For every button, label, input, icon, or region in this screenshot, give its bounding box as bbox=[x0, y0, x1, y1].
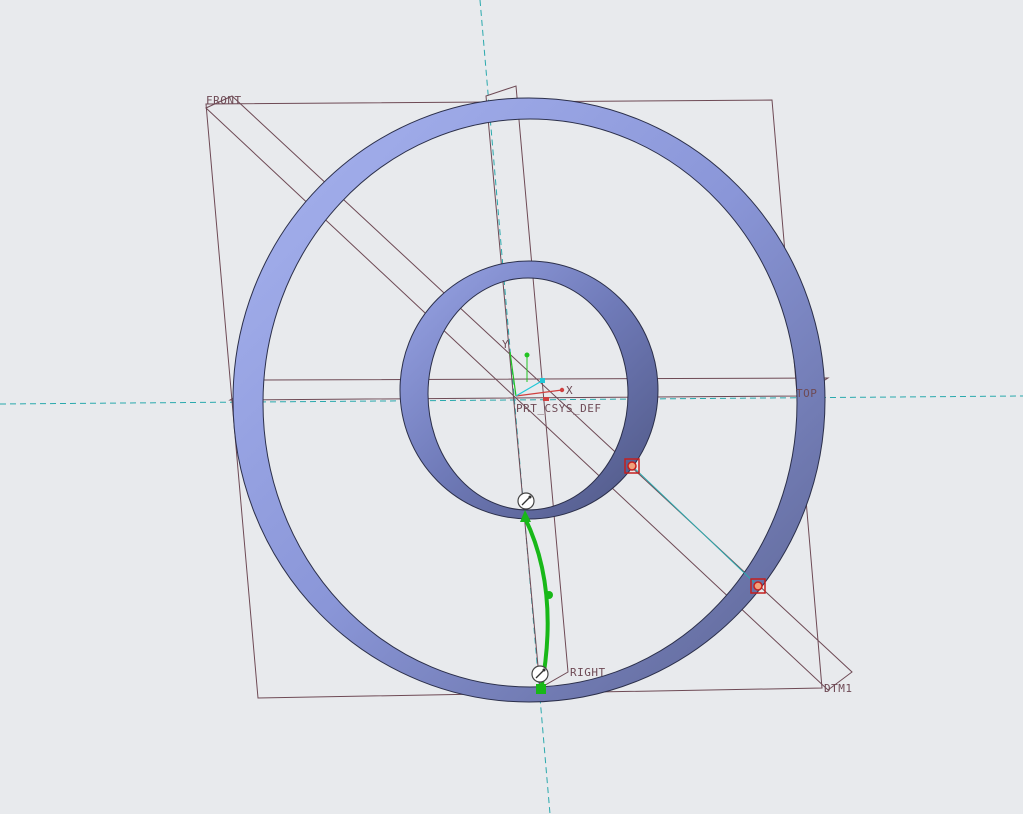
csys-z-tip bbox=[540, 378, 545, 383]
csys-x-axis bbox=[515, 389, 563, 397]
graphics-canvas[interactable]: FRONT TOP RIGHT DTM1 X Y PRT_CSYS_DEF bbox=[0, 0, 1023, 814]
dtm1-datum-plane[interactable] bbox=[205, 95, 853, 691]
inner-ring-surface[interactable] bbox=[399, 260, 659, 520]
csys-y-tip bbox=[524, 352, 530, 358]
outer-ring-surface[interactable] bbox=[232, 97, 826, 703]
drag-handle-bottom[interactable] bbox=[531, 665, 549, 683]
front-plane-label: FRONT bbox=[206, 94, 242, 107]
curve-end-marker bbox=[536, 684, 546, 694]
csys-name-label: PRT_CSYS_DEF bbox=[516, 402, 601, 415]
csys-x-label: X bbox=[566, 384, 573, 397]
top-plane-label: TOP bbox=[796, 387, 817, 400]
drag-handle-top[interactable] bbox=[517, 492, 535, 510]
point-reference-line bbox=[631, 465, 759, 587]
csys-origin-marker bbox=[543, 397, 549, 401]
curve-midpoint[interactable] bbox=[545, 591, 553, 599]
csys-x-tip bbox=[559, 387, 565, 393]
horizontal-datum-axis[interactable] bbox=[0, 395, 1023, 405]
right-plane-label: RIGHT bbox=[570, 666, 606, 679]
datum-planes bbox=[205, 85, 853, 699]
dtm1-plane-label: DTM1 bbox=[824, 682, 853, 695]
right-datum-plane[interactable] bbox=[485, 85, 569, 689]
csys-y-label: Y bbox=[502, 338, 509, 351]
model-viewport[interactable]: FRONT TOP RIGHT DTM1 X Y PRT_CSYS_DEF bbox=[0, 0, 1023, 814]
coordinate-system[interactable]: X Y PRT_CSYS_DEF bbox=[502, 338, 601, 415]
